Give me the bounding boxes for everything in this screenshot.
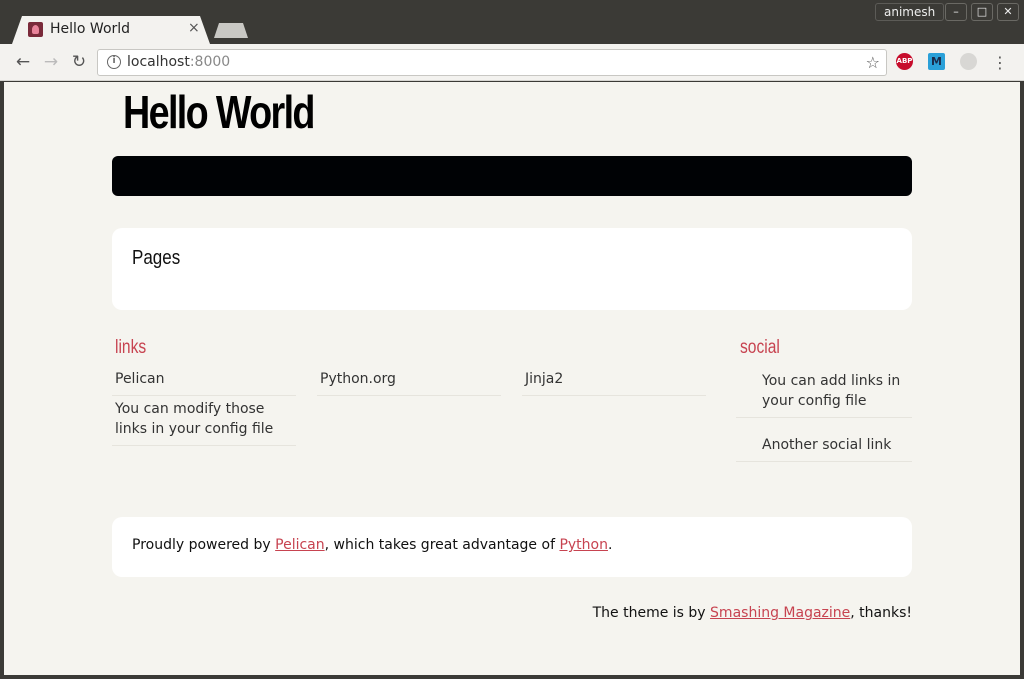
- footer-suffix: .: [607, 537, 613, 553]
- bookmark-star-icon[interactable]: ☆: [866, 53, 880, 72]
- tab-close-icon[interactable]: ×: [188, 20, 200, 36]
- url-port: :8000: [189, 54, 231, 70]
- social-link-another[interactable]: Another social link: [736, 435, 912, 462]
- footer-prefix: Proudly powered by: [132, 537, 276, 553]
- smashing-magazine-link[interactable]: Smashing Magazine: [710, 605, 850, 621]
- link-modify-note[interactable]: You can modify those links in your confi…: [112, 399, 296, 446]
- site-title[interactable]: Hello World: [123, 85, 315, 139]
- social-heading: social: [740, 337, 780, 358]
- link-python-org[interactable]: Python.org: [317, 369, 501, 396]
- back-arrow-icon[interactable]: ←: [13, 52, 33, 72]
- theme-credit: The theme is by Smashing Magazine, thank…: [593, 605, 912, 621]
- browser-menu-icon[interactable]: ⋮: [992, 53, 1008, 72]
- new-tab-button[interactable]: [214, 23, 248, 38]
- site-favicon-icon: [28, 22, 43, 37]
- profile-user-button[interactable]: animesh: [875, 3, 945, 21]
- close-window-button[interactable]: ✕: [997, 3, 1019, 21]
- site-info-icon[interactable]: i: [107, 55, 121, 69]
- theme-credit-suffix: , thanks!: [850, 605, 912, 621]
- url-text[interactable]: localhost:8000: [127, 54, 230, 70]
- page-content: Hello World Pages links Pelican Python.o…: [4, 82, 1020, 675]
- adblock-extension-icon[interactable]: ABP: [896, 53, 913, 70]
- window-titlebar: Hello World × animesh – □ ✕: [0, 0, 1024, 44]
- grey-extension-icon[interactable]: [960, 53, 977, 70]
- footer-python-link[interactable]: Python: [559, 537, 608, 553]
- browser-toolbar: ← → ↻ i localhost:8000 ☆ ABP M ⋮: [0, 44, 1024, 81]
- browser-tab[interactable]: Hello World ×: [12, 16, 210, 44]
- reload-icon[interactable]: ↻: [69, 52, 89, 72]
- link-jinja2[interactable]: Jinja2: [522, 369, 706, 396]
- footer-pelican-link[interactable]: Pelican: [275, 537, 325, 553]
- pages-heading: Pages: [132, 247, 181, 269]
- m-extension-icon[interactable]: M: [928, 53, 945, 70]
- footer-middle: , which takes great advantage of: [324, 537, 560, 553]
- forward-arrow-icon[interactable]: →: [41, 52, 61, 72]
- url-host: localhost: [127, 54, 190, 70]
- footer-text: Proudly powered by Pelican, which takes …: [132, 537, 612, 553]
- links-heading: links: [115, 337, 147, 358]
- theme-credit-prefix: The theme is by: [592, 605, 711, 621]
- menu-bar: [112, 156, 912, 196]
- pages-section: Pages: [112, 228, 912, 310]
- maximize-button[interactable]: □: [971, 3, 993, 21]
- link-pelican[interactable]: Pelican: [112, 369, 296, 396]
- social-link-config[interactable]: You can add links in your config file: [736, 371, 912, 418]
- tab-title: Hello World: [50, 21, 131, 37]
- footer-section: Proudly powered by Pelican, which takes …: [112, 517, 912, 577]
- address-bar[interactable]: i localhost:8000 ☆: [97, 49, 887, 76]
- minimize-button[interactable]: –: [945, 3, 967, 21]
